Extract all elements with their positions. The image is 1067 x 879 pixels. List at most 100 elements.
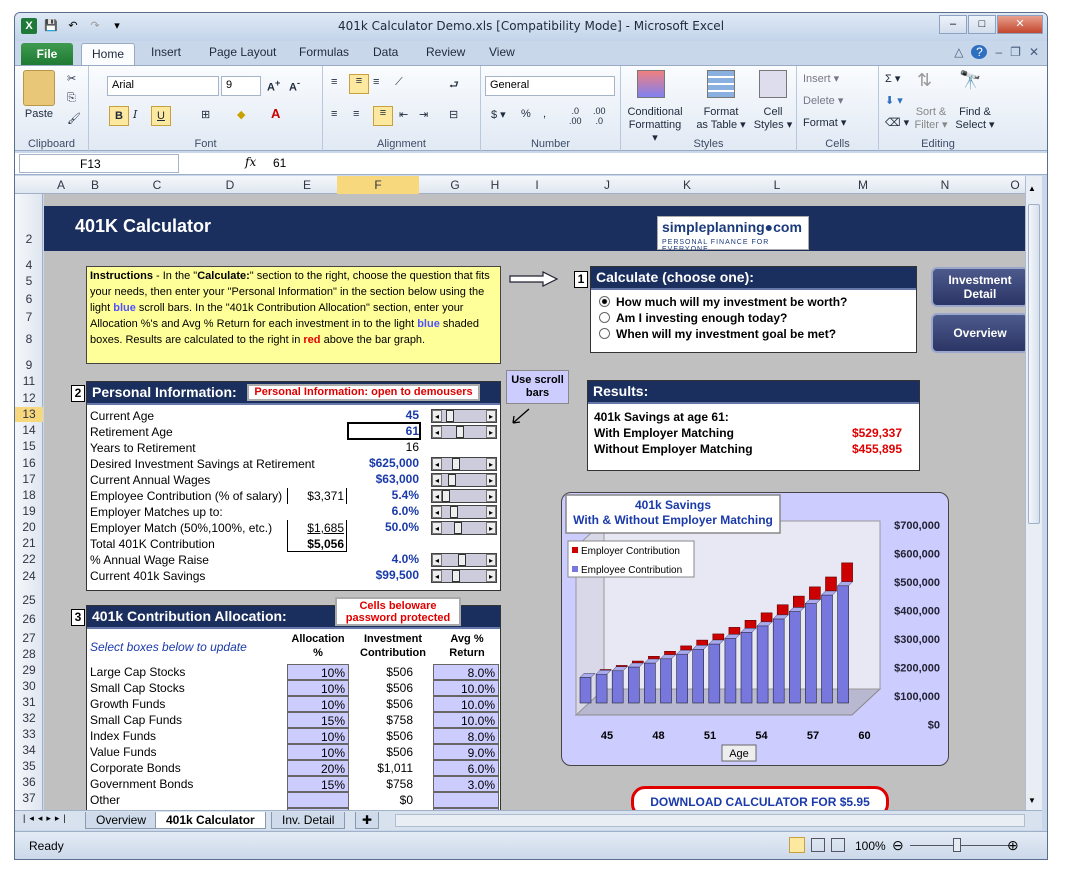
- format-cells-button[interactable]: Format ▾: [803, 116, 846, 129]
- sheet-tab-inv-detail[interactable]: Inv. Detail: [271, 812, 346, 829]
- allocation-percent-input[interactable]: 10%: [287, 680, 349, 696]
- zoom-out-icon[interactable]: ⊖: [892, 837, 904, 854]
- allocation-return-input[interactable]: [433, 792, 499, 808]
- sort-filter-icon[interactable]: ⇅: [917, 70, 932, 91]
- value-scrollbar[interactable]: ◂ ▸: [431, 473, 497, 487]
- scroll-thumb[interactable]: [446, 410, 454, 422]
- row-header[interactable]: 16: [15, 456, 43, 471]
- find-select-button[interactable]: Find & Select ▾: [955, 106, 995, 132]
- column-header[interactable]: J: [577, 178, 637, 192]
- overview-button[interactable]: Overview: [931, 313, 1025, 353]
- font-name-select[interactable]: Arial: [107, 76, 219, 96]
- allocation-percent-input[interactable]: 20%: [287, 760, 349, 776]
- normal-view-icon[interactable]: [789, 837, 805, 853]
- simpleplanning-logo[interactable]: simpleplanning●com PERSONAL FINANCE FOR …: [657, 216, 809, 253]
- zoom-in-icon[interactable]: ⊕: [1007, 837, 1019, 854]
- column-header[interactable]: N: [915, 178, 975, 192]
- scroll-left-icon[interactable]: ◂: [432, 426, 442, 438]
- row-header[interactable]: 27: [15, 631, 43, 646]
- help-icon[interactable]: ?: [971, 45, 988, 59]
- page-break-view-icon[interactable]: [831, 838, 845, 852]
- underline-button[interactable]: U: [151, 106, 171, 126]
- align-bottom-icon[interactable]: ≡: [373, 76, 379, 88]
- radio-option-goal[interactable]: When will my investment goal be met?: [599, 327, 836, 341]
- value-scrollbar[interactable]: ◂ ▸: [431, 521, 497, 535]
- download-calculator-button[interactable]: DOWNLOAD CALCULATOR FOR $5.95: [631, 786, 889, 810]
- scroll-right-icon[interactable]: ▸: [486, 410, 496, 422]
- delete-cells-button[interactable]: Delete ▾: [803, 94, 843, 107]
- align-middle-icon[interactable]: ≡: [349, 74, 369, 94]
- tab-data[interactable]: Data: [373, 45, 398, 59]
- sheet-nav-icons[interactable]: |◂◂▸▸|: [23, 813, 70, 824]
- scroll-right-icon[interactable]: ▸: [486, 426, 496, 438]
- insert-sheet-icon[interactable]: ✚: [355, 812, 380, 829]
- row-header[interactable]: 36: [15, 775, 43, 790]
- formula-input[interactable]: 61: [273, 156, 286, 170]
- allocation-return-input[interactable]: 6.0%: [433, 760, 499, 776]
- scroll-thumb[interactable]: [1028, 204, 1040, 524]
- vertical-scrollbar[interactable]: ▲ ▼: [1025, 176, 1042, 810]
- collapse-ribbon-icon[interactable]: △: [954, 45, 963, 59]
- number-format-select[interactable]: General: [485, 76, 615, 96]
- tab-review[interactable]: Review: [426, 45, 465, 59]
- scroll-right-icon[interactable]: ▸: [486, 458, 496, 470]
- font-size-select[interactable]: 9: [221, 76, 261, 96]
- allocation-percent-input[interactable]: 10%: [287, 728, 349, 744]
- close-workbook-icon[interactable]: ✕: [1029, 45, 1039, 59]
- scroll-thumb[interactable]: [452, 570, 460, 582]
- row-header[interactable]: 34: [15, 743, 43, 758]
- row-header[interactable]: 17: [15, 472, 43, 487]
- scroll-thumb[interactable]: [452, 458, 460, 470]
- row-header[interactable]: 22: [15, 552, 43, 567]
- scroll-thumb[interactable]: [458, 554, 466, 566]
- sort-filter-button[interactable]: Sort & Filter ▾: [913, 106, 949, 132]
- row-header[interactable]: 4: [15, 258, 43, 273]
- fx-icon[interactable]: fx: [245, 155, 256, 169]
- value-scrollbar[interactable]: ◂ ▸: [431, 457, 497, 471]
- column-header[interactable]: E: [277, 178, 337, 192]
- tab-page-layout[interactable]: Page Layout: [209, 45, 276, 59]
- row-header[interactable]: 21: [15, 536, 43, 551]
- scroll-thumb[interactable]: [450, 506, 458, 518]
- tab-formulas[interactable]: Formulas: [299, 45, 349, 59]
- row-header[interactable]: 9: [15, 358, 43, 373]
- column-header[interactable]: A: [51, 178, 71, 192]
- orientation-icon[interactable]: ⟋: [395, 76, 403, 89]
- borders-icon[interactable]: ⊞: [201, 108, 210, 121]
- allocation-percent-input[interactable]: 10%: [287, 664, 349, 680]
- decrease-decimal-icon[interactable]: .00.0: [593, 106, 606, 126]
- paste-icon[interactable]: [23, 70, 55, 106]
- row-header[interactable]: 28: [15, 647, 43, 662]
- conditional-formatting-icon[interactable]: [637, 70, 665, 98]
- grow-font-icon[interactable]: A+: [267, 78, 280, 94]
- fill-color-icon[interactable]: ◆: [237, 108, 245, 121]
- column-header[interactable]: L: [747, 178, 807, 192]
- scroll-left-icon[interactable]: ◂: [432, 490, 442, 502]
- italic-button[interactable]: I: [133, 108, 137, 121]
- name-box[interactable]: F13: [19, 154, 179, 173]
- cell-styles-icon[interactable]: [759, 70, 787, 98]
- row-header[interactable]: 11: [15, 374, 43, 389]
- row-header[interactable]: 30: [15, 679, 43, 694]
- clear-icon[interactable]: ⌫ ▾: [885, 116, 909, 129]
- scroll-left-icon[interactable]: ◂: [432, 506, 442, 518]
- allocation-return-input[interactable]: 9.0%: [433, 744, 499, 760]
- row-header[interactable]: 32: [15, 711, 43, 726]
- column-header[interactable]: C: [127, 178, 187, 192]
- zoom-slider-thumb[interactable]: [953, 838, 961, 852]
- allocation-percent-input[interactable]: 15%: [287, 776, 349, 792]
- scroll-right-icon[interactable]: ▸: [486, 554, 496, 566]
- row-header[interactable]: 29: [15, 663, 43, 678]
- row-header[interactable]: 2: [15, 232, 43, 247]
- maximize-button[interactable]: □: [968, 15, 996, 34]
- investment-detail-button[interactable]: Investment Detail: [931, 267, 1025, 307]
- row-header[interactable]: 8: [15, 332, 43, 347]
- zoom-level[interactable]: 100%: [855, 839, 886, 853]
- allocation-percent-input[interactable]: 10%: [287, 696, 349, 712]
- paste-button[interactable]: Paste: [21, 108, 57, 120]
- row-header[interactable]: 6: [15, 292, 43, 307]
- value-scrollbar[interactable]: ◂ ▸: [431, 569, 497, 583]
- page-layout-view-icon[interactable]: [811, 838, 825, 852]
- scroll-left-icon[interactable]: ◂: [432, 474, 442, 486]
- row-header[interactable]: 25: [15, 593, 43, 608]
